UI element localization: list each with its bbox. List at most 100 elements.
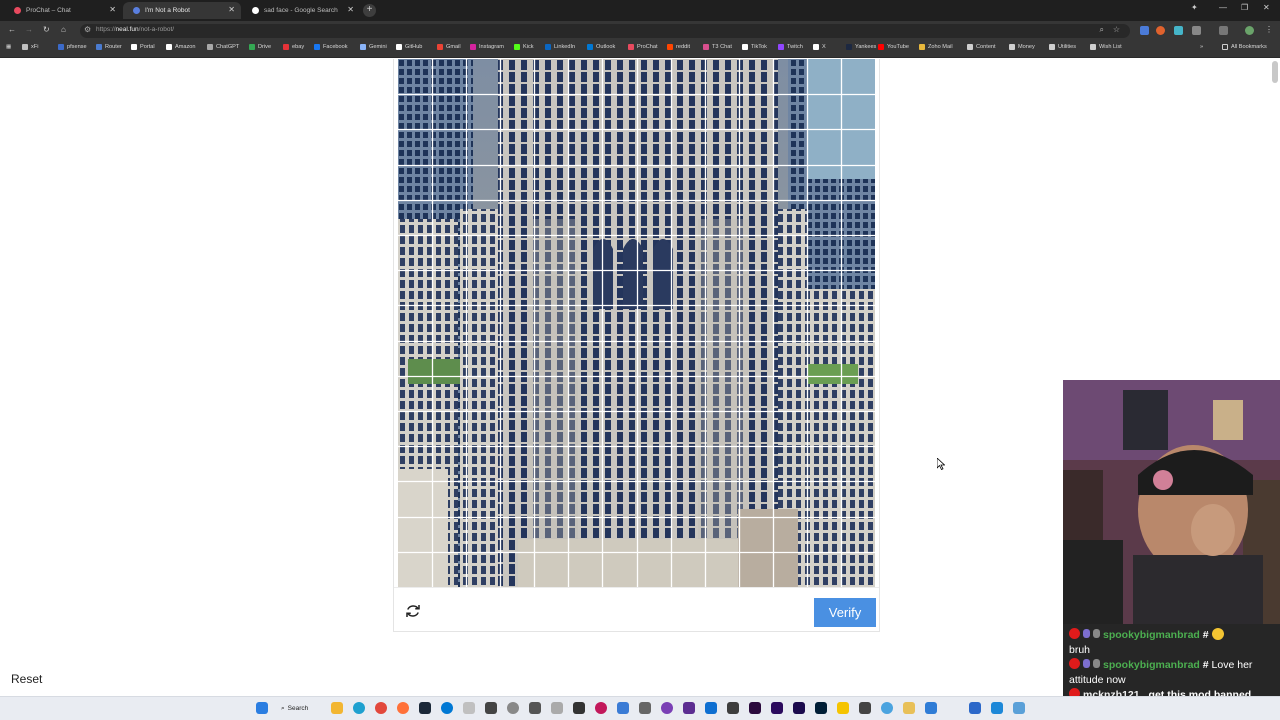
bookmark-favicon-icon xyxy=(667,44,673,50)
windows-taskbar: ⌕ Search xyxy=(0,696,1280,720)
tab-prochat[interactable]: ProChat – Chat ✕ xyxy=(4,2,122,19)
reset-link[interactable]: Reset xyxy=(11,672,42,686)
file-explorer-icon[interactable] xyxy=(331,702,343,714)
all-bookmarks-folder[interactable]: All Bookmarks xyxy=(1222,44,1267,50)
bookmark-wish-list[interactable]: Wish List xyxy=(1090,44,1122,50)
bookmark-star-icon[interactable]: ☆ xyxy=(1113,25,1120,34)
chrome-icon[interactable] xyxy=(375,702,387,714)
app-icon[interactable] xyxy=(529,702,541,714)
app-icon[interactable] xyxy=(727,702,739,714)
bookmark-instagram[interactable]: Instagram xyxy=(470,44,504,50)
bookmark-gemini[interactable]: Gemini xyxy=(360,44,387,50)
restore-icon[interactable]: ❐ xyxy=(1241,3,1248,12)
tab-not-a-robot[interactable]: I'm Not a Robot ✕ xyxy=(123,2,241,19)
bookmark-yankees[interactable]: Yankees xyxy=(846,44,876,50)
minimize-icon[interactable]: — xyxy=(1219,3,1227,12)
gemini-sparkle-icon[interactable]: ✦ xyxy=(1191,3,1198,12)
bookmark-prochat[interactable]: ProChat xyxy=(628,44,658,50)
windows-start-icon[interactable] xyxy=(256,702,268,714)
menu-dots-icon[interactable]: ⋮ xyxy=(1265,25,1273,34)
app-icon[interactable] xyxy=(639,702,651,714)
app-icon[interactable] xyxy=(1013,702,1025,714)
close-icon[interactable]: ✕ xyxy=(228,5,235,14)
bookmark-content[interactable]: Content xyxy=(967,44,996,50)
taskbar-search[interactable]: ⌕ Search xyxy=(281,701,321,716)
address-bar[interactable]: ⚙ https://neal.fun/not-a-robot/ ⌕ ☆ xyxy=(80,24,1130,38)
bookmark-utilities[interactable]: Utilities xyxy=(1049,44,1076,50)
apps-grid-icon[interactable]: ▦ xyxy=(6,44,11,50)
tab-google-search[interactable]: sad face - Google Search ✕ xyxy=(242,2,360,19)
bookmark-gmail[interactable]: Gmail xyxy=(437,44,461,50)
app-icon[interactable] xyxy=(485,702,497,714)
home-icon[interactable]: ⌂ xyxy=(61,25,66,34)
profile-avatar-icon[interactable] xyxy=(1245,26,1254,35)
bookmark-outlook[interactable]: Outlook xyxy=(587,44,615,50)
app-icon[interactable] xyxy=(595,702,607,714)
extension-icon[interactable] xyxy=(1156,26,1165,35)
reload-icon[interactable]: ↻ xyxy=(43,25,50,34)
bookmark-linkedin[interactable]: LinkedIn xyxy=(545,44,575,50)
firefox-icon[interactable] xyxy=(397,702,409,714)
bookmark-ebay[interactable]: ebay xyxy=(283,44,304,50)
edge-icon[interactable] xyxy=(353,702,365,714)
forward-icon[interactable]: → xyxy=(25,25,33,34)
captcha-image-grid[interactable] xyxy=(398,59,875,587)
bookmark-kick[interactable]: Kick xyxy=(514,44,534,50)
close-icon[interactable]: ✕ xyxy=(109,5,116,14)
media-encoder-icon[interactable] xyxy=(793,702,805,714)
extension-icon[interactable] xyxy=(1174,26,1183,35)
app-icon[interactable] xyxy=(969,702,981,714)
bookmark-x[interactable]: X xyxy=(813,44,826,50)
premiere-icon[interactable] xyxy=(771,702,783,714)
zoom-icon[interactable]: ⌕ xyxy=(1100,25,1104,35)
app-icon[interactable] xyxy=(859,702,871,714)
bookmark-money[interactable]: Money xyxy=(1009,44,1035,50)
bookmark-twitch[interactable]: Twitch xyxy=(778,44,803,50)
app-icon[interactable] xyxy=(837,702,849,714)
app-icon[interactable] xyxy=(551,702,563,714)
bookmark-t3-chat[interactable]: T3 Chat xyxy=(703,44,732,50)
bookmark-portal[interactable]: Portal xyxy=(131,44,155,50)
app-icon[interactable] xyxy=(925,702,937,714)
bookmark-xfi[interactable]: xFi xyxy=(22,44,38,50)
bookmark-tiktok[interactable]: TikTok xyxy=(742,44,767,50)
scrollbar[interactable] xyxy=(1272,61,1278,83)
app-icon[interactable] xyxy=(881,702,893,714)
close-icon[interactable]: ✕ xyxy=(347,5,354,14)
photoshop-icon[interactable] xyxy=(815,702,827,714)
bookmark-pfsense[interactable]: pfsense xyxy=(58,44,87,50)
close-window-icon[interactable]: ✕ xyxy=(1263,3,1270,12)
refresh-icon[interactable] xyxy=(404,602,422,620)
back-icon[interactable]: ← xyxy=(8,25,16,34)
bookmark-router[interactable]: Router xyxy=(96,44,122,50)
bookmark-drive[interactable]: Drive xyxy=(249,44,271,50)
bookmark-favicon-icon xyxy=(628,44,634,50)
extension-icon[interactable] xyxy=(1140,26,1149,35)
bookmark-amazon[interactable]: Amazon xyxy=(166,44,196,50)
vscode-icon[interactable] xyxy=(705,702,717,714)
bookmark-reddit[interactable]: reddit xyxy=(667,44,690,50)
app-icon[interactable] xyxy=(573,702,585,714)
bookmark-zoho-mail[interactable]: Zoho Mail xyxy=(919,44,953,50)
bookmark-facebook[interactable]: Facebook xyxy=(314,44,348,50)
bookmark-github[interactable]: GitHub xyxy=(396,44,422,50)
app-icon[interactable] xyxy=(441,702,453,714)
more-bookmarks-icon[interactable]: » xyxy=(1200,44,1203,50)
app-icon[interactable] xyxy=(617,702,629,714)
app-icon[interactable] xyxy=(507,702,519,714)
site-info-icon[interactable]: ⚙ xyxy=(84,25,91,34)
bookmark-youtube[interactable]: YouTube xyxy=(878,44,909,50)
sidebar-icon[interactable] xyxy=(1219,26,1228,35)
app-icon[interactable] xyxy=(991,702,1003,714)
app-icon[interactable] xyxy=(463,702,475,714)
visual-studio-icon[interactable] xyxy=(683,702,695,714)
verify-button[interactable]: Verify xyxy=(814,598,876,627)
after-effects-icon[interactable] xyxy=(749,702,761,714)
bookmark-favicon-icon xyxy=(396,44,402,50)
extensions-puzzle-icon[interactable] xyxy=(1192,26,1201,35)
app-icon[interactable] xyxy=(903,702,915,714)
app-icon[interactable] xyxy=(661,702,673,714)
bookmark-chatgpt[interactable]: ChatGPT xyxy=(207,44,239,50)
steam-icon[interactable] xyxy=(419,702,431,714)
new-tab-button[interactable]: + xyxy=(363,4,376,17)
